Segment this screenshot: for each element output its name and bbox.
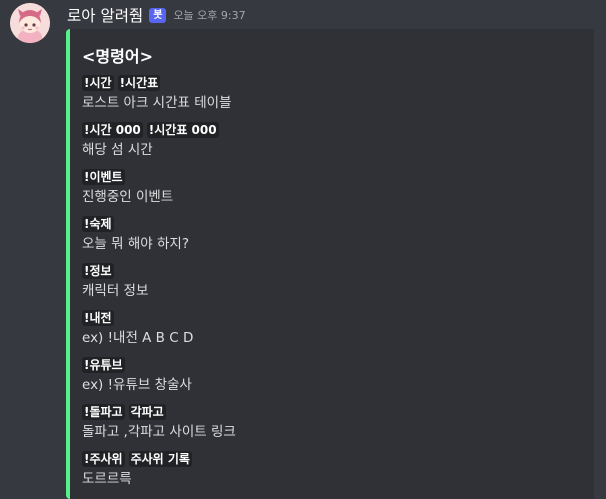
field-value: 로스트 아크 시간표 테이블 xyxy=(82,95,232,111)
field-value: 오늘 뭐 해야 하지? xyxy=(82,236,189,252)
field-name: !정보 xyxy=(82,262,148,280)
command-code: !이벤트 xyxy=(82,169,125,185)
field-name: !시간 !시간표 xyxy=(82,74,232,92)
field-value: 돌파고 ,각파고 사이트 링크 xyxy=(82,424,236,440)
command-embed: <명령어> !시간 !시간표 로스트 아크 시간표 테이블 !시간 000 !시… xyxy=(66,29,594,499)
field-name: !돌파고 각파고 xyxy=(82,403,236,421)
bot-message: 로아 알려줨 봇 오늘 오후 9:37 <명령어> !시간 !시간표 로스트 아… xyxy=(0,0,606,499)
message-header: 로아 알려줨 봇 오늘 오후 9:37 xyxy=(67,4,246,26)
command-code: !내전 xyxy=(82,310,114,326)
command-code: !주사위 xyxy=(82,451,125,467)
field-island-time: !시간 000 !시간표 000 해당 섬 시간 xyxy=(82,121,223,159)
username[interactable]: 로아 알려줨 xyxy=(67,4,143,26)
command-code: !시간표 xyxy=(117,75,161,91)
field-name: !주사위 주사위 기록 xyxy=(82,450,196,468)
command-code: !정보 xyxy=(82,263,114,279)
field-schedule: !시간 !시간표 로스트 아크 시간표 테이블 xyxy=(82,74,232,112)
field-name: !유튜브 xyxy=(82,356,192,374)
field-civil-war: !내전 ex) !내전 A B C D xyxy=(82,309,193,347)
embed-title: <명령어> xyxy=(82,47,153,66)
field-engraving: !돌파고 각파고 돌파고 ,각파고 사이트 링크 xyxy=(82,403,236,441)
field-dice: !주사위 주사위 기록 도르르륵 xyxy=(82,450,196,488)
field-event: !이벤트 진행중인 이벤트 xyxy=(82,168,173,206)
command-code: !숙제 xyxy=(82,216,114,232)
command-code: !시간 xyxy=(82,75,114,91)
timestamp: 오늘 오후 9:37 xyxy=(173,9,246,22)
field-value: 캐릭터 정보 xyxy=(82,283,149,299)
command-code: !유튜브 xyxy=(82,357,125,373)
command-code: !돌파고 xyxy=(82,404,125,420)
command-code: !시간표 000 xyxy=(146,122,219,138)
command-code: 주사위 기록 xyxy=(128,451,192,467)
field-value: ex) !유튜브 창술사 xyxy=(82,377,192,393)
field-name: !숙제 xyxy=(82,215,189,233)
bot-badge: 봇 xyxy=(149,7,167,23)
command-code: !시간 000 xyxy=(82,122,143,138)
field-value: 진행중인 이벤트 xyxy=(82,189,174,205)
field-value: 해당 섬 시간 xyxy=(82,142,153,158)
field-value: ex) !내전 A B C D xyxy=(82,330,194,346)
field-value: 도르르륵 xyxy=(82,471,132,487)
field-info: !정보 캐릭터 정보 xyxy=(82,262,148,300)
anime-girl-avatar-icon xyxy=(10,3,50,43)
field-youtube: !유튜브 ex) !유튜브 창술사 xyxy=(82,356,192,394)
field-name: !내전 xyxy=(82,309,193,327)
avatar[interactable] xyxy=(10,3,50,43)
field-name: !시간 000 !시간표 000 xyxy=(82,121,223,139)
field-homework: !숙제 오늘 뭐 해야 하지? xyxy=(82,215,189,253)
command-code: 각파고 xyxy=(128,404,166,420)
field-name: !이벤트 xyxy=(82,168,173,186)
